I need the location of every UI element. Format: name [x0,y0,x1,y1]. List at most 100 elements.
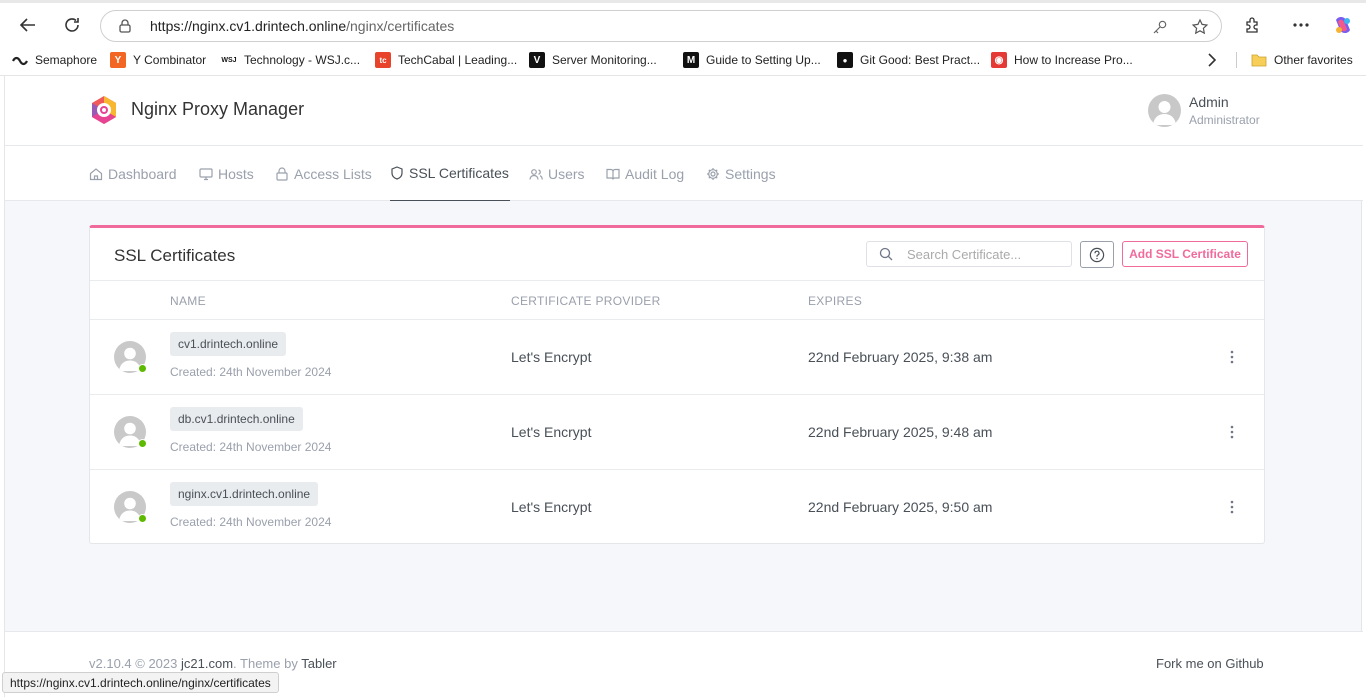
footer-credits: v2.10.4 © 2023 jc21.com. Theme by Tabler [89,656,337,671]
table-header: NAME CERTIFICATE PROVIDER EXPIRES [90,280,1264,320]
v-icon: V [529,52,545,68]
nav-settings[interactable]: Settings [706,146,776,201]
lock-icon [119,19,131,33]
more-vertical-icon [1230,425,1234,439]
nav-label: Dashboard [108,165,177,182]
domain-tag[interactable]: db.cv1.drintech.online [170,407,303,431]
column-header-provider[interactable]: CERTIFICATE PROVIDER [511,294,661,308]
favorite-gitgood[interactable]: ● Git Good: Best Pract... [837,51,980,69]
favorite-label: Technology - WSJ.c... [244,53,361,67]
favorite-ycombinator[interactable]: Y Y Combinator [110,51,206,69]
back-button[interactable] [14,11,42,39]
table-row[interactable]: cv1.drintech.online Created: 24th Novemb… [90,320,1264,395]
other-favorites[interactable]: Other favorites [1251,51,1353,69]
url-host: https://nginx.cv1.drintech.online [150,18,347,34]
created-date: Created: 24th November 2024 [170,365,332,379]
favorite-semaphore[interactable]: Semaphore [12,51,97,69]
back-arrow-icon [19,18,35,32]
favorite-server-monitoring[interactable]: V Server Monitoring... [529,51,657,69]
search-certificate-field[interactable] [866,241,1072,267]
main-nav: Dashboard Hosts Access Lists SSL Certifi… [5,146,1363,201]
created-date: Created: 24th November 2024 [170,515,332,529]
book-icon [606,168,620,180]
browser-toolbar: https://nginx.cv1.drintech.online/nginx/… [0,0,1366,44]
row-actions-button[interactable] [1224,347,1240,367]
chevron-right-icon [1208,53,1217,67]
shield-icon [391,166,403,180]
star-icon[interactable] [1190,17,1210,37]
domain-tag[interactable]: cv1.drintech.online [170,332,287,356]
fork-github-link[interactable]: Fork me on Github [1156,656,1264,671]
card-title: SSL Certificates [114,246,236,265]
status-online-dot [138,439,147,448]
nav-audit-log[interactable]: Audit Log [606,146,684,201]
created-date: Created: 24th November 2024 [170,440,332,454]
favorite-label: Semaphore [35,53,98,67]
favorite-wsj[interactable]: WSJ Technology - WSJ.c... [221,51,360,69]
favorites-bar: Semaphore Y Y Combinator WSJ Technology … [0,44,1366,76]
status-online-dot [138,514,147,523]
more-vertical-icon [1230,350,1234,364]
record-icon: ◉ [991,52,1007,68]
home-icon [89,167,103,180]
certificate-provider: Let's Encrypt [511,499,592,515]
nav-label: Audit Log [625,165,685,182]
lock-icon [276,166,288,181]
nav-label: SSL Certificates [409,165,509,181]
favorite-label: How to Increase Pro... [1014,53,1133,67]
search-certificate-input[interactable] [907,245,1067,263]
table-row[interactable]: nginx.cv1.drintech.online Created: 24th … [90,470,1264,545]
techcabal-icon: tc [375,52,391,68]
more-vertical-icon [1230,500,1234,514]
add-ssl-certificate-button[interactable]: Add SSL Certificate [1122,241,1248,267]
user-avatar[interactable] [1148,94,1181,127]
nav-label: Access Lists [294,165,372,182]
favorite-medium[interactable]: M Guide to Setting Up... [683,51,821,69]
nav-users[interactable]: Users [529,146,585,201]
certificate-provider: Let's Encrypt [511,349,592,365]
brand-name[interactable]: Nginx Proxy Manager [131,99,304,120]
expiry-date: 22nd February 2025, 9:38 am [808,349,993,365]
favorites-overflow-button[interactable] [1207,51,1217,69]
app-header: Nginx Proxy Manager Admin Administrator [5,76,1363,146]
favorite-label: TechCabal | Leading... [398,53,518,67]
reload-button[interactable] [58,11,86,39]
author-link[interactable]: jc21.com [181,656,233,671]
favorite-label: Server Monitoring... [552,53,657,67]
nav-ssl-certificates[interactable]: SSL Certificates [390,146,510,201]
tabler-link[interactable]: Tabler [301,656,336,671]
address-bar[interactable]: https://nginx.cv1.drintech.online/nginx/… [100,10,1222,42]
extensions-icon[interactable] [1241,13,1265,37]
help-button[interactable] [1080,241,1114,268]
favorite-label: Y Combinator [133,53,207,67]
semaphore-icon [12,52,28,68]
nav-access-lists[interactable]: Access Lists [275,146,372,201]
search-icon [879,247,893,261]
other-favorites-label: Other favorites [1274,53,1353,67]
favorite-techcabal[interactable]: tc TechCabal | Leading... [375,51,517,69]
column-header-name[interactable]: NAME [170,294,206,308]
user-role: Administrator [1189,113,1260,127]
gear-icon [707,167,719,180]
nginx-proxy-manager-logo[interactable] [89,95,119,125]
users-icon [529,168,543,180]
menu-dots-icon[interactable] [1289,13,1313,37]
nav-dashboard[interactable]: Dashboard [89,146,177,201]
url-text: https://nginx.cv1.drintech.online/nginx/… [150,18,454,34]
app: Nginx Proxy Manager Admin Administrator … [4,76,1363,697]
favorite-label: Guide to Setting Up... [706,53,821,67]
table-row[interactable]: db.cv1.drintech.online Created: 24th Nov… [90,395,1264,470]
certificate-provider: Let's Encrypt [511,424,592,440]
column-header-expires[interactable]: EXPIRES [808,294,862,308]
gitgood-icon: ● [837,52,853,68]
favorite-increase[interactable]: ◉ How to Increase Pro... [991,51,1133,69]
copilot-icon[interactable] [1331,13,1355,37]
row-actions-button[interactable] [1224,422,1240,442]
key-icon[interactable] [1150,17,1170,37]
row-actions-button[interactable] [1224,497,1240,517]
nav-hosts[interactable]: Hosts [199,146,254,201]
nav-label: Settings [725,165,776,182]
domain-tag[interactable]: nginx.cv1.drintech.online [170,482,319,506]
version-text: v2.10.4 © 2023 [89,656,178,671]
user-name[interactable]: Admin [1189,94,1229,110]
